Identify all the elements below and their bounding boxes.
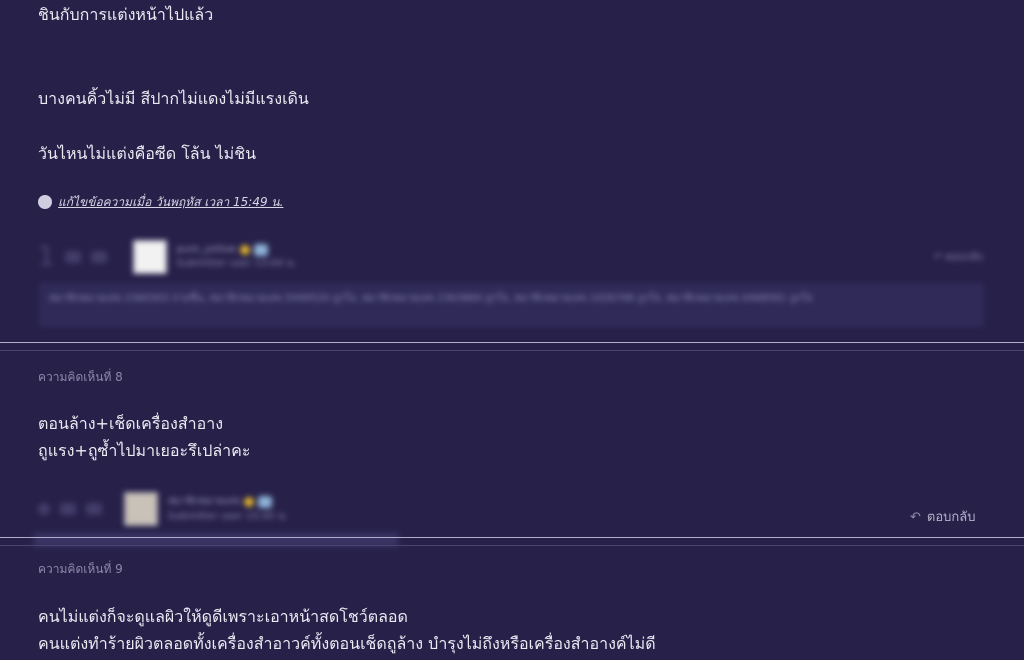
reply-label: ตอบกลับ (926, 510, 976, 525)
divider (0, 350, 1024, 351)
comment8-line-2: ถูแรง+ถูซ้ำไปมาเยอะรึเปล่าคะ (38, 441, 251, 460)
edit-note-text: แก้ไขข้อความเมื่อ วันพฤหัส เวลา 15:49 น. (58, 195, 284, 209)
reply-arrow-icon: ↶ (910, 510, 921, 525)
star-badge-icon (244, 496, 255, 507)
comment7-line-1: ชินกับการแต่งหน้าไปแล้ว (38, 5, 214, 24)
member-badge-icon (258, 495, 273, 508)
user-name[interactable]: pure_yellow (177, 244, 237, 255)
comment9-label: ความคิดเห็นที่ 9 (38, 562, 123, 576)
reply-button[interactable]: ↶ ตอบกลับ (934, 250, 983, 265)
reply-button[interactable]: ↶ ตอบกลับ (910, 506, 976, 527)
vote-count: 1 (38, 242, 55, 272)
comment8-meta: สมาชิกหมายเลข Submitter user 15:45 น. (38, 492, 288, 526)
emoji-icon[interactable] (90, 251, 107, 263)
divider (0, 342, 1024, 343)
post-time: Submitter user 15:45 น. (168, 511, 288, 522)
comment8-label: ความคิดเห็นที่ 8 (38, 370, 123, 384)
comment7-meta: 1 pure_yellow Submitter user 13:04 น. ↶ … (38, 240, 983, 274)
user-name[interactable]: สมาชิกหมายเลข (168, 494, 240, 509)
divider (0, 537, 1024, 538)
comment7-line-3: วันไหนไม่แต่งคือซีด โล้น ไม่ชิน (38, 144, 257, 163)
avatar[interactable] (124, 492, 158, 526)
star-badge-icon (240, 244, 251, 255)
comment8-line-1: ตอนล้าง+เช็ดเครื่องสำอาง (38, 414, 224, 433)
edit-note: แก้ไขข้อความเมื่อ วันพฤหัส เวลา 15:49 น. (38, 193, 283, 212)
thumb-up-icon[interactable] (64, 251, 81, 263)
emoji-icon[interactable] (86, 503, 102, 515)
vote-icon[interactable] (38, 503, 50, 515)
like-list: สมาชิกหมายเลข 2360303 ถ่ายชื่น, สมาชิกหม… (40, 284, 983, 326)
post-time: Submitter user 13:04 น. (176, 257, 297, 269)
member-badge-icon (254, 243, 269, 256)
comment9-line-1: คนไม่แต่งก็จะดูแลผิวให้ดูดีเพราะเอาหน้าส… (38, 607, 408, 626)
comment7-line-2: บางคนคิ้วไม่มี สีปากไม่แดงไม่มีแรงเดิน (38, 89, 309, 108)
divider (0, 545, 1024, 546)
avatar[interactable] (132, 240, 167, 274)
comment9-line-2: คนแต่งทำร้ายผิวตลอดทั้งเครื่องสำอาวค์ทั้… (38, 634, 656, 653)
thumb-up-icon[interactable] (60, 503, 76, 515)
edit-icon (38, 194, 52, 209)
